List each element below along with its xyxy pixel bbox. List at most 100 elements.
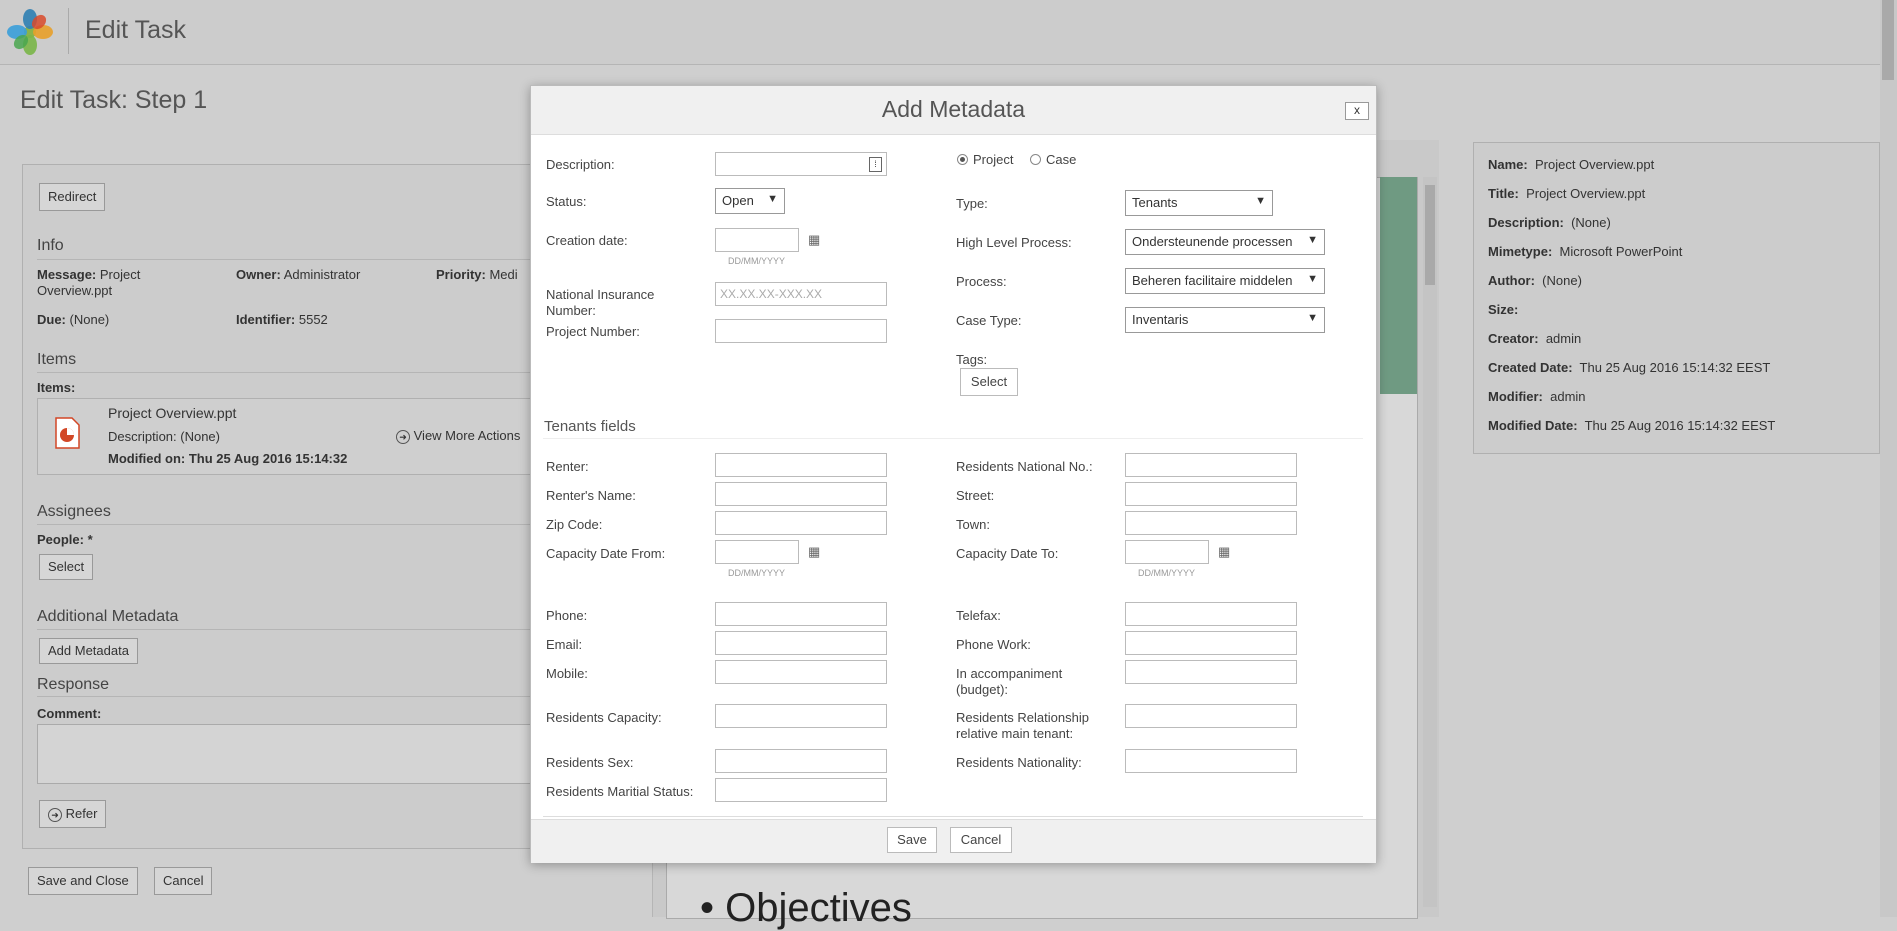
response-section-title: Response — [37, 676, 110, 693]
property-label: Title: — [1488, 186, 1519, 201]
accompaniment-budget-label: In accompaniment (budget): — [956, 666, 1063, 697]
residents-national-no-input[interactable] — [1125, 453, 1297, 477]
close-icon[interactable]: x — [1345, 102, 1369, 120]
residents-marital-status-input[interactable] — [715, 778, 887, 802]
arrow-circle-icon: ➜ — [48, 808, 62, 822]
zip-code-label: Zip Code: — [546, 517, 603, 532]
case-type-value: Inventaris — [1132, 312, 1189, 327]
property-value: Project Overview.ppt — [1534, 157, 1655, 172]
street-label: Street: — [956, 488, 995, 503]
page-scroll-thumb[interactable] — [1882, 0, 1894, 80]
page-scrollbar[interactable] — [1880, 0, 1897, 917]
people-label: People: * — [37, 532, 93, 547]
project-number-input[interactable] — [715, 319, 887, 343]
dropdown-arrow-icon: ▼ — [1307, 273, 1318, 285]
view-more-label: View More Actions — [413, 428, 521, 443]
street-input[interactable] — [1125, 482, 1297, 506]
redirect-button[interactable]: Redirect — [39, 183, 106, 211]
telefax-input[interactable] — [1125, 602, 1297, 626]
accompaniment-budget-input[interactable] — [1125, 660, 1297, 684]
view-more-actions-link[interactable]: ➜ View More Actions — [396, 428, 520, 444]
type-select[interactable]: Tenants ▼ — [1125, 190, 1273, 216]
residents-capacity-input[interactable] — [715, 704, 887, 728]
national-insurance-label: National Insurance — [546, 287, 655, 302]
capacity-date-from-input[interactable] — [715, 540, 799, 564]
refer-button[interactable]: ➜ Refer — [39, 800, 107, 828]
mobile-input[interactable] — [715, 660, 887, 684]
renter-input[interactable] — [715, 453, 887, 477]
additional-metadata-title: Additional Metadata — [37, 608, 179, 625]
comment-textarea[interactable] — [37, 724, 534, 784]
town-input[interactable] — [1125, 511, 1297, 535]
process-select[interactable]: Beheren facilitaire middelen ▼ — [1125, 268, 1325, 294]
preview-scroll-thumb[interactable] — [1425, 185, 1435, 285]
preview-scrollbar[interactable] — [1423, 177, 1437, 907]
add-metadata-button[interactable]: Add Metadata — [39, 638, 138, 664]
save-and-close-button[interactable]: Save and Close — [28, 867, 138, 895]
description-input[interactable] — [715, 152, 887, 176]
identifier-label: Identifier: — [236, 312, 296, 327]
select-people-button[interactable]: Select — [39, 554, 94, 580]
process-label: Process: — [956, 274, 1007, 289]
text-expand-icon[interactable]: ⁞ — [869, 157, 882, 172]
status-value: Open — [722, 193, 754, 208]
save-button[interactable]: Save — [887, 827, 937, 853]
cancel-button[interactable]: Cancel — [154, 867, 213, 895]
comment-label: Comment: — [37, 706, 102, 721]
owner-field: Owner: Administrator — [236, 267, 360, 282]
property-author: Author: (None) — [1488, 273, 1582, 288]
item-card[interactable]: Project Overview.ppt Description: (None)… — [37, 398, 534, 475]
town-label: Town: — [956, 517, 990, 532]
items-section-title: Items — [37, 351, 77, 368]
case-type-select[interactable]: Inventaris ▼ — [1125, 307, 1325, 333]
creation-date-input[interactable] — [715, 228, 799, 252]
property-value: Project Overview.ppt — [1526, 186, 1646, 201]
residents-relationship-label: Residents Relationship relative main ten… — [956, 710, 1089, 741]
assignees-section-title: Assignees — [37, 503, 111, 520]
calendar-icon[interactable]: ▦ — [1218, 545, 1232, 559]
app-title: Edit Task — [85, 16, 186, 44]
powerpoint-file-icon — [55, 417, 80, 449]
owner-value: Administrator — [283, 267, 361, 282]
residents-nationality-input[interactable] — [1125, 749, 1297, 773]
national-insurance-input[interactable] — [715, 282, 887, 306]
phone-work-input[interactable] — [1125, 631, 1297, 655]
dialog-cancel-button[interactable]: Cancel — [950, 827, 1012, 853]
dropdown-arrow-icon: ▼ — [767, 193, 778, 205]
radio-case[interactable] — [1030, 154, 1041, 165]
calendar-icon[interactable]: ▦ — [808, 233, 822, 247]
project-number-label: Project Number: — [546, 324, 640, 339]
zip-code-input[interactable] — [715, 511, 887, 535]
status-label: Status: — [546, 194, 587, 209]
assignees-divider — [37, 524, 557, 525]
dialog-footer: Save Cancel — [531, 819, 1376, 863]
status-select[interactable]: Open ▼ — [715, 188, 785, 214]
case-type-label: Case Type: — [956, 313, 1022, 328]
message-value-cont: Overview.ppt — [37, 283, 113, 298]
property-value: Microsoft PowerPoint — [1559, 244, 1683, 259]
capacity-date-to-input[interactable] — [1125, 540, 1209, 564]
renters-name-input[interactable] — [715, 482, 887, 506]
tags-select-button[interactable]: Select — [960, 368, 1018, 396]
telefax-label: Telefax: — [956, 608, 1001, 623]
calendar-icon[interactable]: ▦ — [808, 545, 822, 559]
radio-case-label[interactable]: Case — [1046, 152, 1076, 168]
residents-capacity-label: Residents Capacity: — [546, 710, 662, 725]
property-value: Thu 25 Aug 2016 15:14:32 EEST — [1584, 418, 1776, 433]
residents-sex-input[interactable] — [715, 749, 887, 773]
email-input[interactable] — [715, 631, 887, 655]
info-divider — [37, 259, 557, 260]
property-value: admin — [1545, 331, 1582, 346]
residents-relationship-input[interactable] — [1125, 704, 1297, 728]
alfresco-logo-icon[interactable] — [6, 8, 54, 56]
due-value: (None) — [69, 312, 110, 327]
process-value: Beheren facilitaire middelen — [1132, 273, 1293, 288]
radio-project-label[interactable]: Project — [973, 152, 1013, 168]
message-field: Message: Project — [37, 267, 140, 282]
phone-input[interactable] — [715, 602, 887, 626]
high-level-process-select[interactable]: Ondersteunende processen ▼ — [1125, 229, 1325, 255]
radio-project[interactable] — [957, 154, 968, 165]
property-size: Size: — [1488, 302, 1522, 317]
item-name[interactable]: Project Overview.ppt — [108, 405, 236, 421]
due-field: Due: (None) — [37, 312, 109, 327]
